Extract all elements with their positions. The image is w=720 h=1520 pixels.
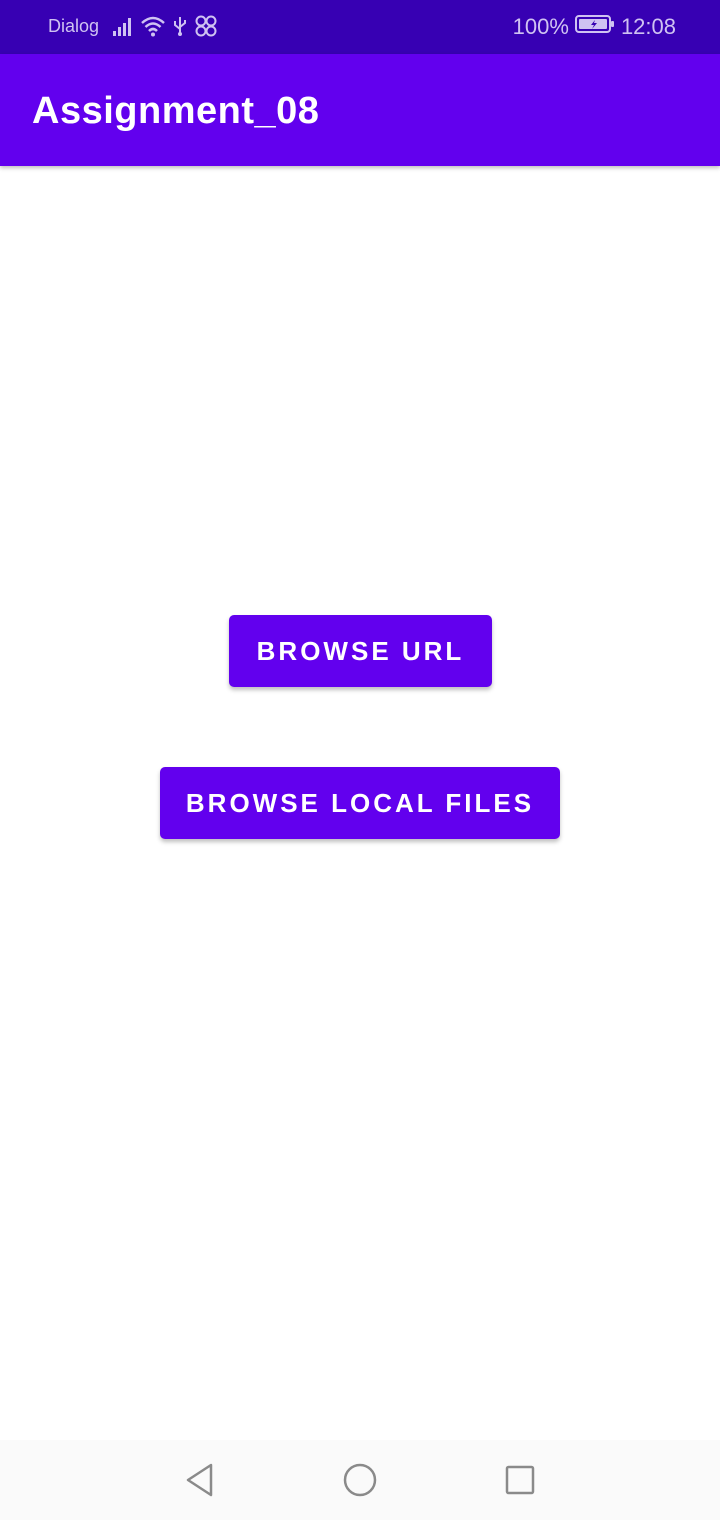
app-bar: Assignment_08 (0, 54, 720, 166)
status-icons (112, 14, 218, 43)
status-right: 100% 12:08 (513, 14, 676, 40)
navigation-bar (0, 1440, 720, 1520)
usb-icon (172, 15, 188, 42)
signal-icon (112, 15, 134, 42)
back-icon[interactable] (180, 1460, 220, 1500)
battery-charging-icon (574, 14, 615, 40)
recents-icon[interactable] (500, 1460, 540, 1500)
app-title: Assignment_08 (32, 90, 320, 132)
status-bar: Dialog 100% 12:08 (0, 0, 720, 54)
nfc-icon (194, 14, 218, 43)
home-icon[interactable] (340, 1460, 380, 1500)
wifi-icon (140, 15, 166, 42)
browse-local-files-button[interactable]: BROWSE LOCAL FILES (160, 767, 560, 839)
clock: 12:08 (620, 14, 676, 39)
battery-percentage: 100% (512, 14, 569, 39)
browse-url-button[interactable]: BROWSE URL (229, 615, 492, 687)
carrier-name: Dialog (48, 16, 100, 36)
